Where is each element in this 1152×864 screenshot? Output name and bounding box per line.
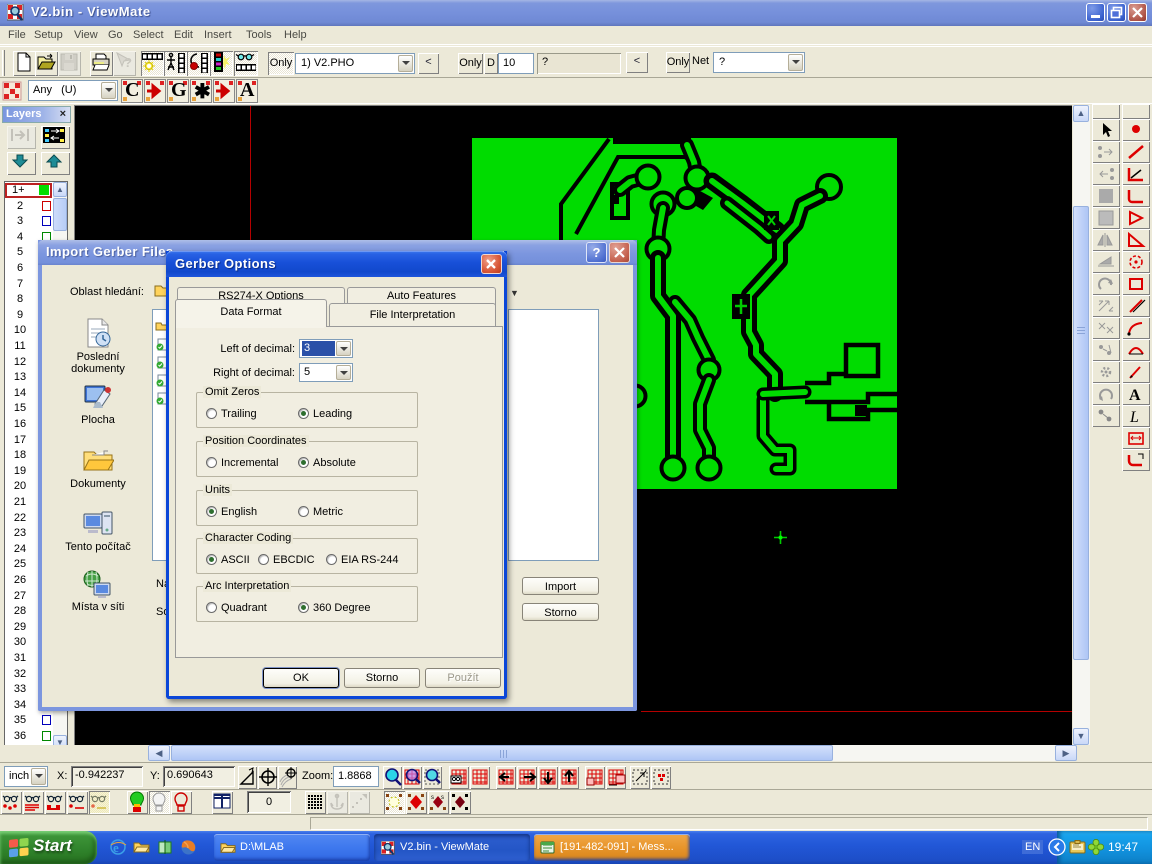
svg-text:L: L	[1129, 409, 1139, 425]
svg-text:A: A	[1129, 387, 1141, 403]
svg-text:?: ?	[124, 55, 132, 70]
svg-text:s: s	[431, 795, 434, 801]
svg-text:s: s	[441, 795, 444, 801]
